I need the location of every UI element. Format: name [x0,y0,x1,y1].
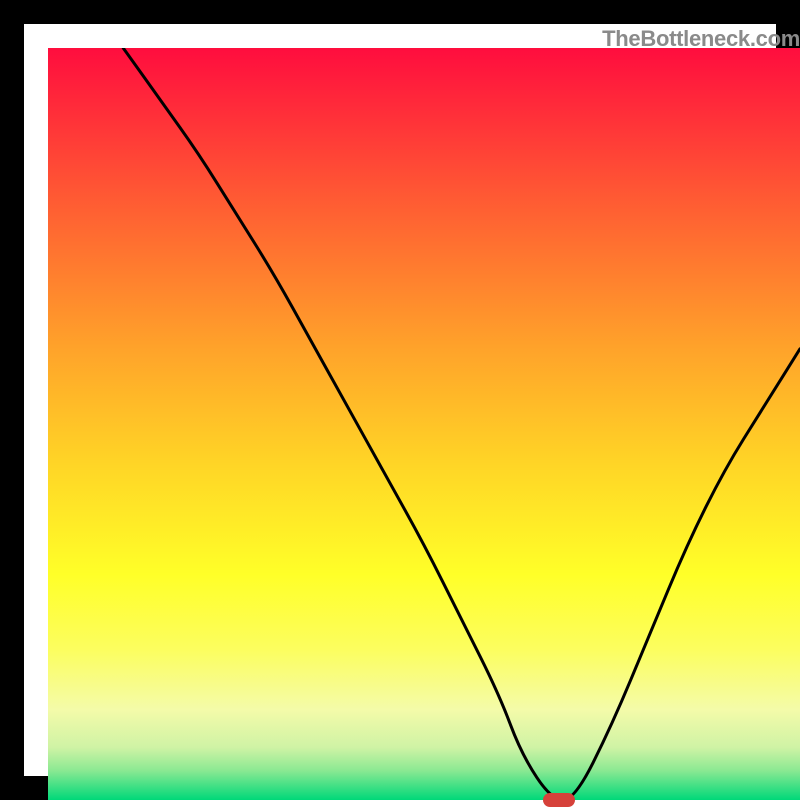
bottleneck-curve [48,48,800,800]
plot-area: TheBottleneck.com [48,48,800,800]
optimal-point-marker [543,793,575,807]
chart-frame: TheBottleneck.com [0,0,800,800]
